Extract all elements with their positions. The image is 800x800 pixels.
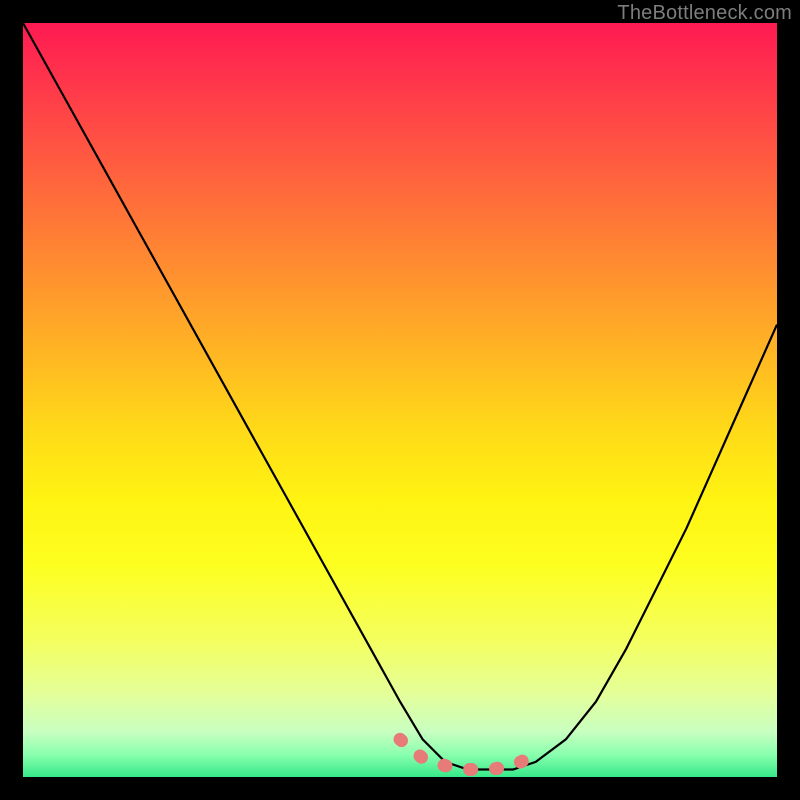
credit-watermark: TheBottleneck.com	[617, 2, 792, 25]
bottleneck-curve	[23, 23, 777, 770]
optimal-range-marker	[400, 739, 536, 769]
curve-layer	[23, 23, 777, 777]
plot-area	[23, 23, 777, 777]
chart-frame: TheBottleneck.com	[0, 0, 800, 800]
